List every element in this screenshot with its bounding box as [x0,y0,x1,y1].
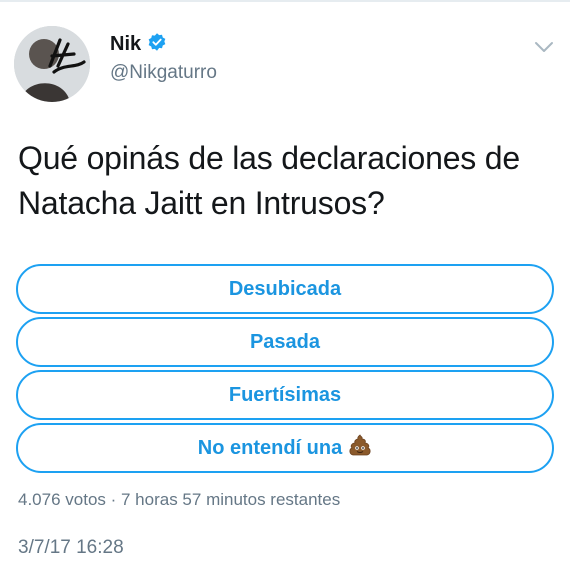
chevron-down-icon[interactable] [534,40,554,54]
poll-option-desubicada[interactable]: Desubicada [16,264,554,314]
poop-emoji-icon [348,433,372,463]
poll-option-label: No entendí una [197,436,343,459]
author-name-row: Nik [110,32,167,57]
username-handle[interactable]: @Nikgaturro [110,62,217,84]
poll-meta: 4.076 votos · 7 horas 57 minutos restant… [18,490,341,509]
poll: Desubicada Pasada Fuertísimas No entendí… [16,264,556,476]
display-name[interactable]: Nik [110,33,141,56]
poll-option-label: Desubicada [228,277,342,300]
avatar[interactable] [14,26,90,102]
verified-badge-icon [147,32,167,57]
tweet-text: Qué opinás de las declaraciones de Natac… [18,140,520,221]
tweet-timestamp[interactable]: 3/7/17 16:28 [18,537,124,559]
poll-option-label: Pasada [249,330,321,353]
poll-option-label: Fuertísimas [228,383,342,406]
top-divider [0,0,570,2]
poll-option-no-entendi-una[interactable]: No entendí una [16,423,554,473]
poll-option-fuertisimas[interactable]: Fuertísimas [16,370,554,420]
poll-option-pasada[interactable]: Pasada [16,317,554,367]
